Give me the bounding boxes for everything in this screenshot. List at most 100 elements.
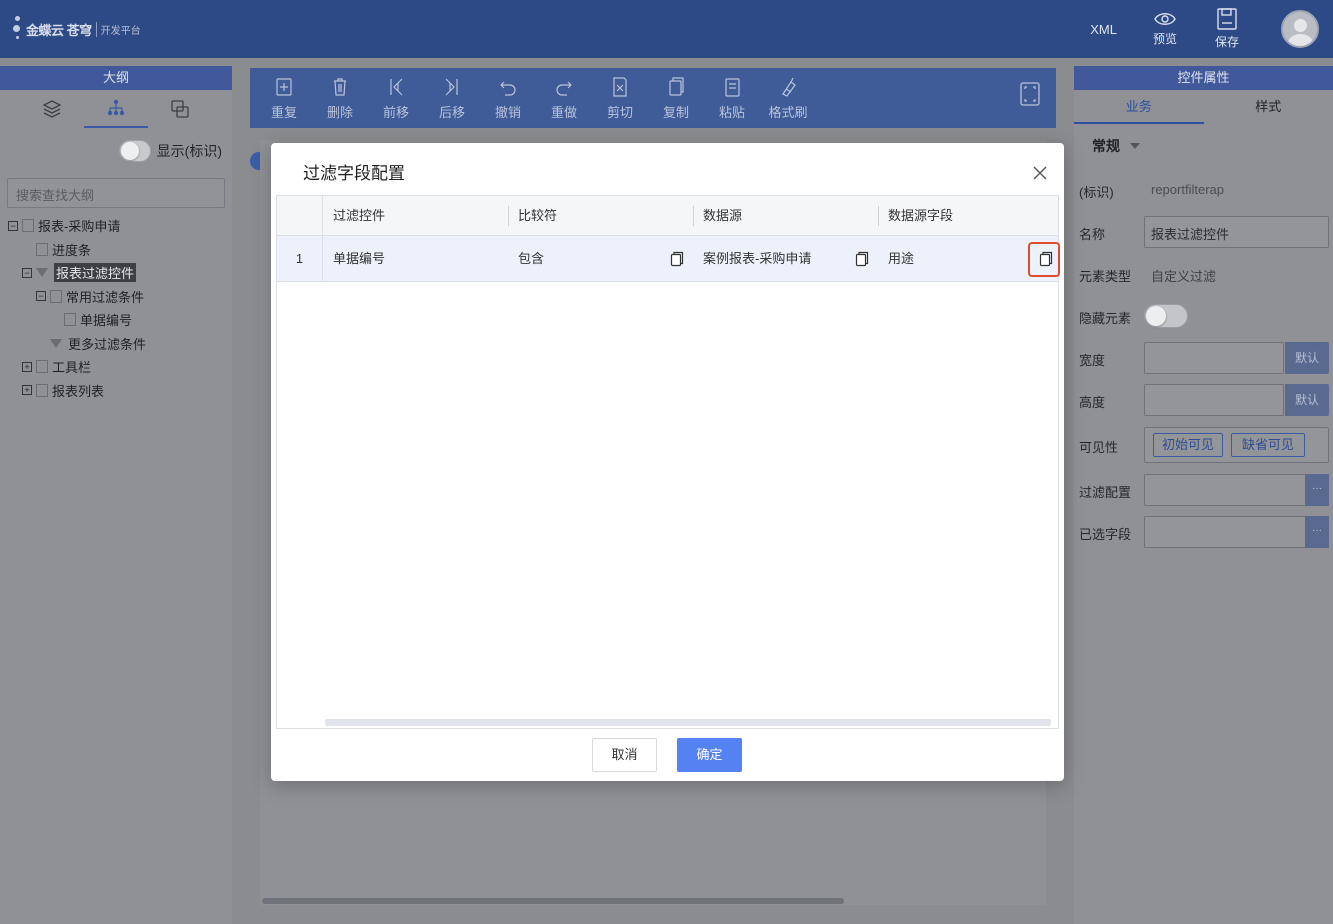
prop-height-input[interactable] <box>1144 384 1284 416</box>
tree-item[interactable]: 单据编号 <box>0 308 232 332</box>
delete-icon <box>334 77 346 96</box>
paste-icon <box>725 77 740 97</box>
cancel-button[interactable]: 取消 <box>592 738 657 772</box>
prop-selected-fields-more[interactable]: ··· <box>1305 516 1329 548</box>
cut-icon <box>613 76 627 97</box>
show-id-label: 显示(标识) <box>156 143 222 159</box>
list-icon <box>36 383 48 397</box>
tree-structure-icon <box>107 99 125 116</box>
outline-tree: − 报表-采购申请 进度条 − 报表过滤控件 − 常用过滤条件 单据编号 更多过滤条件 + 工具栏 +… <box>0 214 232 402</box>
tab-style[interactable]: 样式 <box>1204 90 1333 124</box>
prop-id-label: (标识) <box>1079 185 1114 200</box>
designer-toolbar: 重复 删除 前移 后移 撤销 重做 剪切 复制 粘贴 格式刷 <box>250 68 1056 128</box>
logo-sub: 开发平台 <box>95 21 141 37</box>
user-avatar[interactable] <box>1281 10 1319 48</box>
datasource-field-copy-icon[interactable] <box>1039 251 1053 267</box>
collapse-icon[interactable]: − <box>8 220 18 231</box>
section-general[interactable]: 常规 <box>1074 124 1333 156</box>
prop-height-unit[interactable]: 默认 <box>1285 384 1329 416</box>
logo-mark-icon <box>12 14 22 44</box>
visible-initial-button[interactable]: 初始可见 <box>1153 433 1223 457</box>
move-back-button[interactable]: 后移 <box>424 68 480 128</box>
tree-tab[interactable] <box>84 90 148 128</box>
move-forward-icon <box>390 78 403 95</box>
grid-horizontal-scrollbar[interactable] <box>325 719 1051 726</box>
dialog-title: 过滤字段配置 <box>303 164 405 183</box>
comparator-copy-icon[interactable] <box>670 251 684 267</box>
tree-item[interactable]: + 工具栏 <box>0 355 232 379</box>
prop-filter-config-input[interactable] <box>1144 474 1329 506</box>
toolbar-label: 重复 <box>270 104 297 120</box>
tree-item[interactable]: 进度条 <box>0 238 232 262</box>
paste-button[interactable]: 粘贴 <box>704 68 760 128</box>
prop-type-label: 元素类型 <box>1079 269 1132 284</box>
move-forward-button[interactable]: 前移 <box>368 68 424 128</box>
layers-tab[interactable] <box>20 90 84 128</box>
col-filter-control: 过滤控件 <box>333 208 386 223</box>
cell-datasource-field[interactable]: 用途 <box>878 236 914 282</box>
filter-icon <box>50 338 62 348</box>
fullscreen-button[interactable] <box>1020 82 1040 109</box>
visible-default-button[interactable]: 缺省可见 <box>1231 433 1305 457</box>
collapse-icon[interactable]: − <box>36 291 46 302</box>
close-icon <box>1033 166 1047 180</box>
toolbar-label: 撤销 <box>494 104 521 120</box>
save-icon <box>1217 8 1237 30</box>
toolbar-label: 格式刷 <box>768 104 808 120</box>
tree-item-label: 单据编号 <box>80 313 133 329</box>
col-datasource-field: 数据源字段 <box>888 208 954 223</box>
grid-header: 过滤控件 比较符 数据源 数据源字段 <box>277 196 1058 236</box>
datasource-copy-icon[interactable] <box>855 251 869 267</box>
expand-icon[interactable]: + <box>22 361 32 372</box>
tree-item-label: 进度条 <box>52 242 92 258</box>
toolbar-label: 复制 <box>662 104 689 120</box>
copy-button[interactable]: 复制 <box>648 68 704 128</box>
prop-name-input[interactable]: 报表过滤控件 <box>1144 216 1329 248</box>
cut-button[interactable]: 剪切 <box>592 68 648 128</box>
tree-item[interactable]: − 常用过滤条件 <box>0 285 232 309</box>
tab-business[interactable]: 业务 <box>1074 90 1204 124</box>
show-id-toggle[interactable] <box>118 140 151 162</box>
filter-icon <box>36 268 48 278</box>
caret-down-icon <box>1130 143 1140 149</box>
copy-icon <box>669 76 684 96</box>
undo-icon <box>500 81 516 96</box>
undo-button[interactable]: 撤销 <box>480 68 536 128</box>
format-brush-button[interactable]: 格式刷 <box>760 68 816 128</box>
tree-item[interactable]: + 报表列表 <box>0 379 232 403</box>
col-comparator: 比较符 <box>518 208 558 223</box>
xml-button[interactable]: XML <box>1090 22 1117 37</box>
prop-width-unit[interactable]: 默认 <box>1285 342 1329 374</box>
outline-search-input[interactable]: 搜索查找大纲 <box>7 178 225 208</box>
tree-item[interactable]: − 报表-采购申请 <box>0 214 232 238</box>
cell-datasource[interactable]: 案例报表-采购申请 <box>693 236 811 282</box>
redo-button[interactable]: 重做 <box>536 68 592 128</box>
tree-item[interactable]: − 报表过滤控件 <box>0 261 232 285</box>
properties-title: 控件属性 <box>1074 66 1333 90</box>
prop-type-value: 自定义过滤 <box>1151 269 1217 284</box>
format-brush-icon <box>782 77 796 97</box>
cell-comparator[interactable]: 包含 <box>508 236 544 282</box>
prop-filter-config-more[interactable]: ··· <box>1305 474 1329 506</box>
components-tab[interactable] <box>148 90 212 128</box>
properties-panel: 控件属性 业务 样式 常规 (标识) reportfilterap 名称 报表过… <box>1074 66 1333 924</box>
save-button[interactable]: 保存 <box>1201 0 1253 58</box>
logo-brand: 金蝶云 苍穹 <box>26 22 92 38</box>
canvas-scrollbar[interactable] <box>262 898 844 904</box>
repeat-button[interactable]: 重复 <box>256 68 312 128</box>
toolbar-label: 粘贴 <box>718 104 745 120</box>
preview-button[interactable]: 预览 <box>1139 0 1191 58</box>
prop-hidden-toggle[interactable] <box>1144 304 1188 328</box>
tree-item[interactable]: 更多过滤条件 <box>0 332 232 356</box>
cell-filter-control[interactable]: 单据编号 <box>323 236 385 282</box>
table-row[interactable]: 1 单据编号 包含 案例报表-采购申请 用途 <box>277 236 1060 282</box>
close-button[interactable] <box>1032 165 1048 181</box>
outline-title: 大纲 <box>0 66 232 90</box>
prop-width-input[interactable] <box>1144 342 1284 374</box>
ok-button[interactable]: 确定 <box>677 738 742 772</box>
collapse-icon[interactable]: − <box>22 267 32 278</box>
delete-button[interactable]: 删除 <box>312 68 368 128</box>
expand-icon[interactable]: + <box>22 385 32 396</box>
prop-selected-fields-input[interactable] <box>1144 516 1329 548</box>
progress-icon <box>36 242 48 256</box>
